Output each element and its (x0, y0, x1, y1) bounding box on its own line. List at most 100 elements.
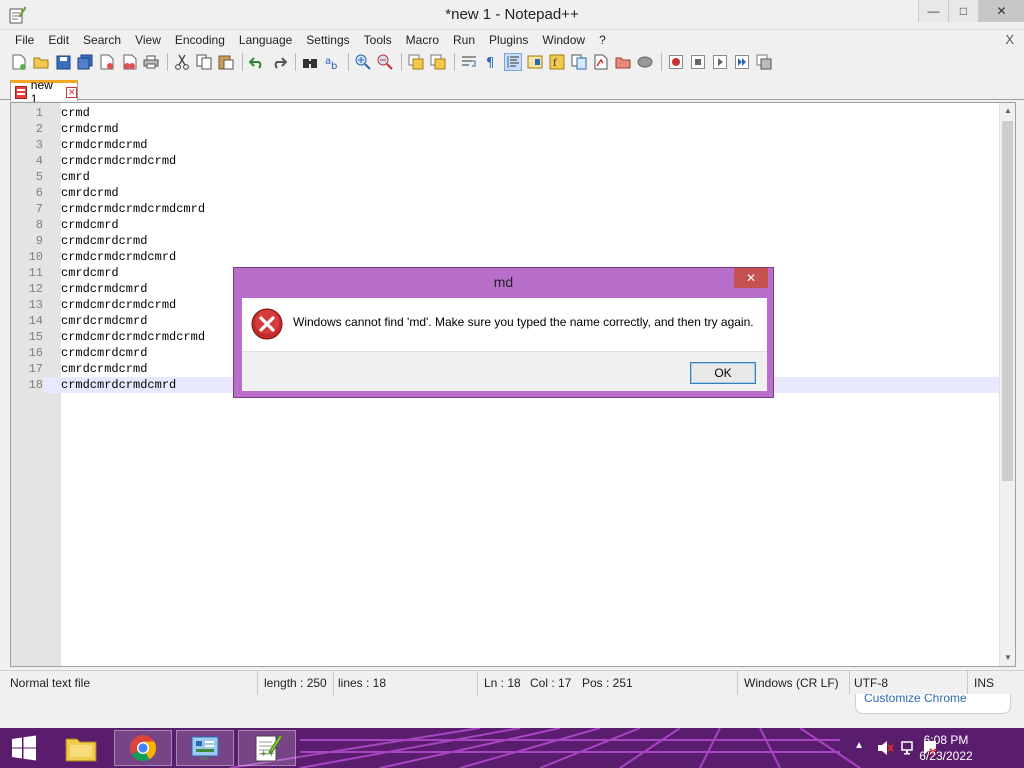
comment-icon[interactable] (636, 53, 654, 71)
save-icon[interactable] (54, 53, 72, 71)
replace-icon[interactable]: ab (323, 53, 341, 71)
save-macro-icon[interactable] (755, 53, 773, 71)
stop-macro-icon[interactable] (689, 53, 707, 71)
record-macro-icon[interactable] (667, 53, 685, 71)
folder-as-workspace-icon[interactable] (570, 53, 588, 71)
menu-macro[interactable]: Macro (399, 30, 446, 50)
monitoring-icon[interactable] (592, 53, 610, 71)
menu-help[interactable]: ? (592, 30, 613, 50)
show-all-chars-icon[interactable]: ¶ (482, 53, 500, 71)
menu-language[interactable]: Language (232, 30, 299, 50)
folder-icon[interactable] (614, 53, 632, 71)
editor-line[interactable]: 3 crmdcrmdcrmd (11, 137, 1001, 153)
cut-icon[interactable] (173, 53, 191, 71)
editor-line[interactable]: 4 crmdcrmdcrmdcrmd (11, 153, 1001, 169)
close-all-icon[interactable] (120, 53, 138, 71)
close-document-button[interactable]: X (1005, 32, 1014, 47)
line-number: 13 (28, 298, 43, 312)
line-text: crmdcmrdcrmdcrmdcrmd (61, 330, 206, 344)
menu-view[interactable]: View (128, 30, 168, 50)
menu-tools[interactable]: Tools (357, 30, 399, 50)
scroll-up-arrow-icon[interactable]: ▲ (1000, 103, 1016, 119)
status-bar: Normal text file length : 250 lines : 18… (0, 670, 1024, 695)
dialog-close-button[interactable]: ✕ (734, 268, 768, 288)
line-number: 10 (28, 250, 43, 264)
taskbar-file-explorer[interactable] (52, 730, 110, 766)
run-macro-multiple-icon[interactable] (733, 53, 751, 71)
word-wrap-icon[interactable] (460, 53, 478, 71)
taskbar-notepad-plus-plus[interactable]: ++ (238, 730, 296, 766)
editor-line[interactable]: 8 crmdcmrd (11, 217, 1001, 233)
show-hidden-icons-icon[interactable]: ▲ (854, 740, 864, 751)
scrollbar-thumb[interactable] (1002, 121, 1013, 481)
vertical-scrollbar[interactable]: ▲ ▼ (999, 103, 1015, 666)
tab-bar: new 1 ✕ (0, 78, 1024, 106)
chrome-icon (130, 735, 157, 762)
menu-encoding[interactable]: Encoding (168, 30, 232, 50)
toolbar-separator (242, 53, 243, 71)
editor-line[interactable]: 6 cmrdcrmd (11, 185, 1001, 201)
tab-new-1[interactable]: new 1 ✕ (10, 78, 78, 106)
find-icon[interactable] (301, 53, 319, 71)
redo-icon[interactable] (270, 53, 288, 71)
editor-line[interactable]: 1 crmd (11, 105, 1001, 121)
print-icon[interactable] (142, 53, 160, 71)
file-explorer-icon (65, 738, 97, 762)
line-text: crmdcrmdcrmdcrmd (61, 154, 177, 168)
status-ln: Ln : 18 (484, 676, 521, 690)
chrome-notification[interactable]: Customize Chrome (855, 694, 1011, 714)
line-text: crmd (61, 106, 90, 120)
line-number: 11 (28, 266, 43, 280)
maximize-button[interactable]: □ (948, 0, 978, 22)
line-number: 3 (35, 138, 43, 152)
taskbar-control-panel[interactable] (176, 730, 234, 766)
window-title: *new 1 - Notepad++ (445, 6, 579, 23)
editor-line[interactable]: 7 crmdcrmdcrmdcrmdcmrd (11, 201, 1001, 217)
close-button[interactable]: ✕ (978, 0, 1024, 22)
sync-horizontal-icon[interactable] (429, 53, 447, 71)
menu-edit[interactable]: Edit (41, 30, 76, 50)
taskbar-chrome[interactable] (114, 730, 172, 766)
start-button[interactable] (0, 728, 48, 768)
menu-plugins[interactable]: Plugins (482, 30, 535, 50)
system-clock[interactable]: 6:08 PM 6/23/2022 (916, 732, 976, 764)
line-number: 8 (35, 218, 43, 232)
minimize-button[interactable]: — (918, 0, 948, 22)
menu-file[interactable]: File (8, 30, 41, 50)
zoom-out-icon[interactable] (376, 53, 394, 71)
status-file-type: Normal text file (6, 671, 258, 695)
new-file-icon[interactable] (10, 53, 28, 71)
open-file-icon[interactable] (32, 53, 50, 71)
document-map-icon[interactable] (526, 53, 544, 71)
tab-close-icon[interactable]: ✕ (66, 86, 77, 98)
paste-icon[interactable] (217, 53, 235, 71)
line-number: 5 (35, 170, 43, 184)
menu-run[interactable]: Run (446, 30, 482, 50)
close-icon[interactable] (98, 53, 116, 71)
menu-bar: File Edit Search View Encoding Language … (0, 30, 1024, 50)
ok-button[interactable]: OK (690, 362, 756, 384)
line-text: crmdcrmdcmrd (61, 282, 148, 296)
scroll-down-arrow-icon[interactable]: ▼ (1000, 650, 1016, 666)
notepad-plus-plus-icon: ++ (255, 734, 283, 762)
editor-line[interactable]: 2 crmdcrmd (11, 121, 1001, 137)
menu-search[interactable]: Search (76, 30, 128, 50)
notification-text: Customize Chrome (864, 694, 967, 705)
copy-icon[interactable] (195, 53, 213, 71)
zoom-in-icon[interactable] (354, 53, 372, 71)
sync-vertical-icon[interactable] (407, 53, 425, 71)
undo-icon[interactable] (248, 53, 266, 71)
menu-window[interactable]: Window (535, 30, 592, 50)
editor-line[interactable]: 5 cmrd (11, 169, 1001, 185)
dialog-footer: OK (242, 351, 767, 391)
save-all-icon[interactable] (76, 53, 94, 71)
editor-line[interactable]: 10 crmdcrmdcrmdcmrd (11, 249, 1001, 265)
function-list-icon[interactable]: f (548, 53, 566, 71)
toolbar-separator (167, 53, 168, 71)
volume-muted-icon[interactable] (876, 739, 894, 757)
indent-guide-icon[interactable] (504, 53, 522, 71)
play-macro-icon[interactable] (711, 53, 729, 71)
editor-line[interactable]: 9 crmdcmrdcrmd (11, 233, 1001, 249)
status-encoding: UTF-8 (850, 671, 968, 695)
menu-settings[interactable]: Settings (299, 30, 356, 50)
